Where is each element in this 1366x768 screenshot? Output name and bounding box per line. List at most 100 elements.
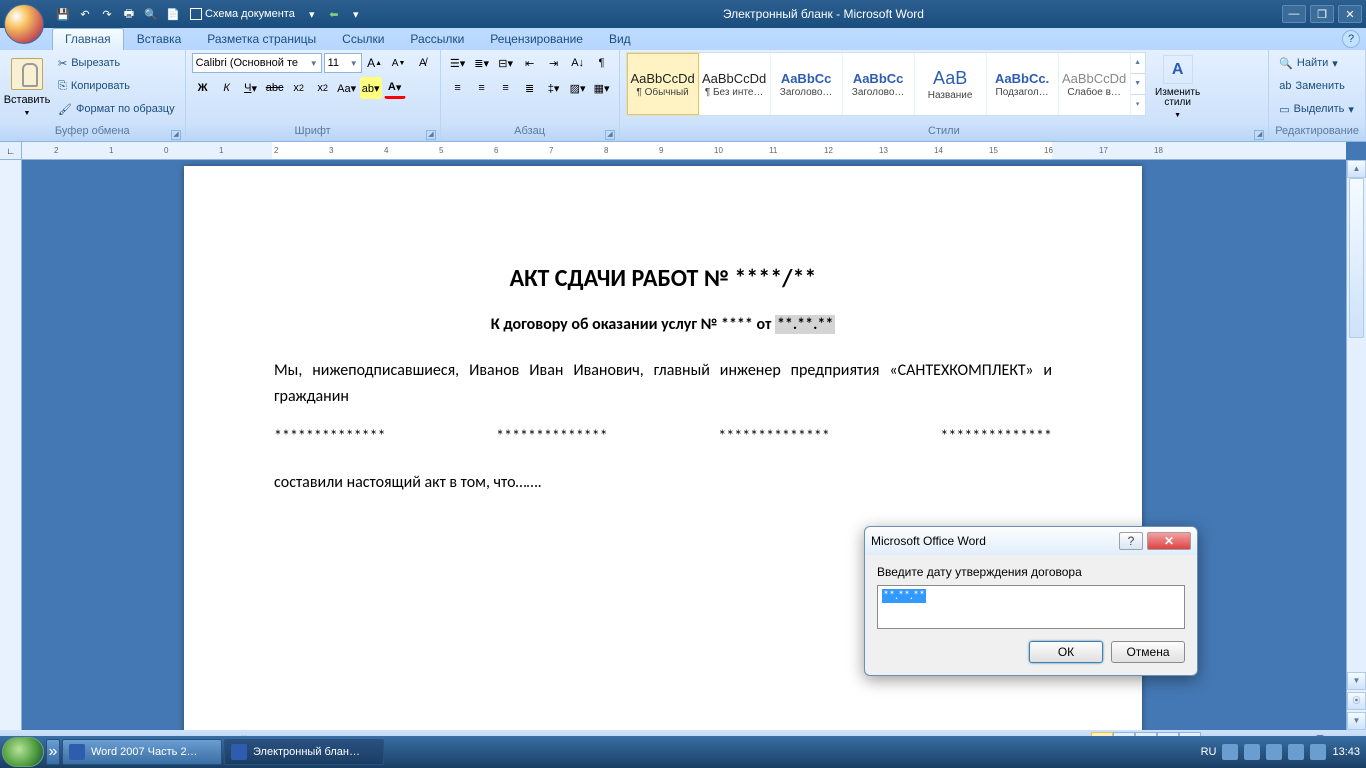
change-styles-button[interactable]: A Изменить стили ▼: [1152, 52, 1204, 122]
close-button[interactable]: ✕: [1338, 5, 1362, 23]
document-map-toggle[interactable]: Схема документа: [186, 5, 299, 23]
dialog-cancel-button[interactable]: Отмена: [1111, 641, 1185, 663]
numbering-button[interactable]: ≣▾: [471, 52, 493, 74]
qat-print-icon[interactable]: 🖶: [120, 5, 138, 23]
tab-review[interactable]: Рецензирование: [477, 28, 596, 50]
tab-home[interactable]: Главная: [52, 28, 124, 50]
style-item-6[interactable]: AaBbCcDdСлабое в…: [1059, 53, 1131, 115]
dialog-input[interactable]: **.**.**: [877, 585, 1185, 629]
tray-clock[interactable]: 13:43: [1332, 746, 1360, 758]
start-button[interactable]: [2, 737, 44, 767]
cut-button[interactable]: ✂Вырезать: [54, 52, 179, 74]
style-item-5[interactable]: AaBbCc.Подзагол…: [987, 53, 1059, 115]
quick-launch-separator[interactable]: »: [46, 739, 60, 765]
line-spacing-button[interactable]: ‡▾: [543, 77, 565, 99]
gallery-expand[interactable]: ▾: [1131, 95, 1145, 116]
multilevel-list-button[interactable]: ⊟▾: [495, 52, 517, 74]
help-button[interactable]: ?: [1342, 30, 1360, 48]
strikethrough-button[interactable]: abc: [264, 77, 286, 99]
qat-more-icon[interactable]: ▾: [303, 5, 321, 23]
tab-insert[interactable]: Вставка: [124, 28, 195, 50]
qat-new-icon[interactable]: 📄: [164, 5, 182, 23]
style-item-0[interactable]: AaBbCcDd¶ Обычный: [627, 53, 699, 115]
qat-forward-icon[interactable]: ▾: [347, 5, 365, 23]
tab-mailings[interactable]: Рассылки: [397, 28, 477, 50]
taskbar-item-2[interactable]: Электронный блан…: [224, 739, 384, 765]
next-page-button[interactable]: ▼: [1347, 712, 1366, 730]
horizontal-ruler[interactable]: 3210123456789101112131415161718: [22, 142, 1346, 160]
paragraph-dialog-launcher[interactable]: ◢: [605, 130, 615, 140]
qat-preview-icon[interactable]: 🔍: [142, 5, 160, 23]
dialog-help-button[interactable]: ?: [1119, 532, 1143, 550]
tray-language[interactable]: RU: [1201, 746, 1217, 758]
style-item-2[interactable]: AaBbCcЗаголово…: [771, 53, 843, 115]
grow-font-button[interactable]: A▲: [364, 52, 386, 74]
increase-indent-button[interactable]: ⇥: [543, 52, 565, 74]
format-painter-button[interactable]: 🖌Формат по образцу: [54, 98, 179, 120]
font-name-combo[interactable]: Calibri (Основной те▼: [192, 53, 322, 73]
dialog-titlebar[interactable]: Microsoft Office Word ? ✕: [865, 527, 1197, 555]
bullets-button[interactable]: ☰▾: [447, 52, 469, 74]
previous-page-button[interactable]: ⦿: [1347, 692, 1366, 710]
vertical-scrollbar[interactable]: ▲ ▼ ⦿ ▼: [1346, 160, 1366, 730]
doc-date-field[interactable]: **.**.**: [775, 315, 835, 334]
subscript-button[interactable]: x2: [288, 77, 310, 99]
decrease-indent-button[interactable]: ⇤: [519, 52, 541, 74]
qat-redo-icon[interactable]: ↷: [98, 5, 116, 23]
clipboard-dialog-launcher[interactable]: ◢: [171, 130, 181, 140]
scroll-down-button[interactable]: ▼: [1347, 672, 1366, 690]
bold-button[interactable]: Ж: [192, 77, 214, 99]
font-dialog-launcher[interactable]: ◢: [426, 130, 436, 140]
font-color-button[interactable]: A▾: [384, 77, 406, 99]
underline-button[interactable]: Ч▾: [240, 77, 262, 99]
align-left-button[interactable]: ≡: [447, 77, 469, 99]
scroll-up-button[interactable]: ▲: [1347, 160, 1366, 178]
qat-back-icon[interactable]: ⬅: [325, 5, 343, 23]
tray-icon[interactable]: [1288, 744, 1304, 760]
tray-icon[interactable]: [1244, 744, 1260, 760]
maximize-button[interactable]: ❐: [1310, 5, 1334, 23]
minimize-button[interactable]: —: [1282, 5, 1306, 23]
styles-dialog-launcher[interactable]: ◢: [1254, 130, 1264, 140]
office-button[interactable]: [4, 4, 44, 44]
italic-button[interactable]: К: [216, 77, 238, 99]
highlight-button[interactable]: ab▾: [360, 77, 382, 99]
dialog-ok-button[interactable]: ОК: [1029, 641, 1103, 663]
style-item-4[interactable]: АаВНазвание: [915, 53, 987, 115]
superscript-button[interactable]: x2: [312, 77, 334, 99]
tab-page-layout[interactable]: Разметка страницы: [194, 28, 329, 50]
align-right-button[interactable]: ≡: [495, 77, 517, 99]
doc-placeholder-row: ************** ************** **********…: [274, 427, 1052, 446]
tab-references[interactable]: Ссылки: [329, 28, 397, 50]
font-size-combo[interactable]: 11▼: [324, 53, 362, 73]
style-item-1[interactable]: AaBbCcDd¶ Без инте…: [699, 53, 771, 115]
style-item-3[interactable]: AaBbCcЗаголово…: [843, 53, 915, 115]
change-case-button[interactable]: Aa▾: [336, 77, 358, 99]
replace-button[interactable]: abЗаменить: [1275, 75, 1358, 97]
shrink-font-button[interactable]: A▼: [388, 52, 410, 74]
qat-undo-icon[interactable]: ↶: [76, 5, 94, 23]
select-button[interactable]: ▭Выделить ▾: [1275, 98, 1358, 120]
find-button[interactable]: 🔍Найти ▾: [1275, 52, 1358, 74]
shading-button[interactable]: ▨▾: [567, 77, 589, 99]
tab-selector[interactable]: ∟: [0, 142, 22, 160]
taskbar-item-1[interactable]: Word 2007 Часть 2…: [62, 739, 222, 765]
tab-view[interactable]: Вид: [596, 28, 644, 50]
scroll-thumb[interactable]: [1349, 178, 1364, 338]
clear-formatting-button[interactable]: A̸: [412, 52, 434, 74]
qat-save-icon[interactable]: 💾: [54, 5, 72, 23]
vertical-ruler[interactable]: [0, 160, 22, 730]
gallery-scroll-up[interactable]: ▲: [1131, 53, 1145, 74]
sort-button[interactable]: A↓: [567, 52, 589, 74]
tray-icon[interactable]: [1222, 744, 1238, 760]
show-marks-button[interactable]: ¶: [591, 52, 613, 74]
copy-button[interactable]: ⎘Копировать: [54, 75, 179, 97]
justify-button[interactable]: ≣: [519, 77, 541, 99]
gallery-scroll-down[interactable]: ▼: [1131, 74, 1145, 95]
dialog-close-button[interactable]: ✕: [1147, 532, 1191, 550]
align-center-button[interactable]: ≡: [471, 77, 493, 99]
paste-button[interactable]: Вставить ▼: [6, 52, 48, 122]
tray-icon[interactable]: [1266, 744, 1282, 760]
borders-button[interactable]: ▦▾: [591, 77, 613, 99]
tray-volume-icon[interactable]: [1310, 744, 1326, 760]
